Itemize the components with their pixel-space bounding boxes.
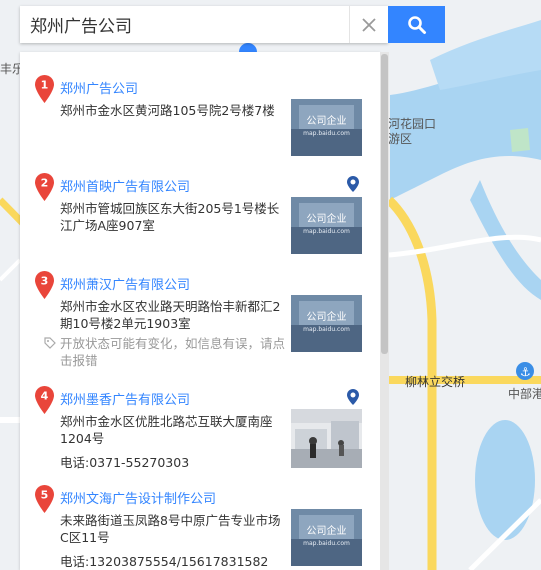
result-title[interactable]: 郑州文海广告设计制作公司 (60, 488, 216, 507)
thumbnail-caption: 公司企业 (307, 114, 347, 127)
tag-icon (44, 337, 56, 349)
result-title[interactable]: 郑州墨香广告有限公司 (60, 389, 190, 408)
thumbnail-image: 公司企业 map.baidu.com (291, 509, 362, 566)
result-thumbnail[interactable]: 公司企业 map.baidu.com (291, 509, 362, 566)
thumbnail-caption: 公司企业 (307, 310, 347, 323)
results-scrollbar[interactable] (380, 52, 389, 570)
close-icon (362, 17, 376, 32)
map-pin-icon: 4 (35, 386, 54, 414)
thumbnail-caption: 公司企业 (307, 524, 347, 537)
map-label-port: 中部港 (508, 387, 541, 401)
thumbnail-subcaption: map.baidu.com (303, 228, 350, 235)
search-icon (407, 15, 426, 34)
thumbnail-image: 公司企业 map.baidu.com (291, 197, 362, 254)
search-input[interactable] (20, 6, 348, 43)
result-address: 郑州市金水区黄河路105号院2号楼7楼 (60, 103, 275, 118)
map-label-scenic: 游区 (388, 132, 413, 146)
map-label-interchange: 柳林立交桥 (405, 375, 466, 389)
svg-text:⚓: ⚓ (520, 365, 531, 379)
result-thumbnail[interactable]: 公司企业 map.baidu.com (291, 197, 362, 254)
search-box (20, 6, 388, 43)
clear-button[interactable] (349, 6, 388, 43)
thumbnail-subcaption: map.baidu.com (303, 326, 350, 333)
pin-number: 3 (41, 275, 49, 288)
map-pin-icon: 1 (35, 75, 54, 103)
result-address: 未来路街道玉凤路8号中原广告专业市场C区11号 (60, 513, 281, 545)
thumbnail-subcaption: map.baidu.com (303, 130, 350, 137)
result-title[interactable]: 郑州广告公司 (60, 78, 138, 97)
thumbnail-image (291, 409, 362, 468)
result-phone: 电话:0371-55270303 (60, 455, 190, 470)
pin-number: 5 (41, 489, 49, 502)
result-address: 郑州市金水区优胜北路芯互联大厦南座1204号 (60, 414, 273, 446)
map-pin-icon: 5 (35, 485, 54, 513)
location-marker-icon[interactable] (347, 176, 359, 192)
status-notice: 开放状态可能有变化，如信息有误，请点击报错 (60, 336, 286, 368)
map-pin-icon: 3 (35, 271, 54, 299)
search-button[interactable] (388, 6, 445, 43)
results-panel: 1 郑州广告公司 郑州市金水区黄河路105号院2号楼7楼 公司企业 map.ba… (20, 52, 380, 570)
location-marker-icon[interactable] (347, 389, 359, 405)
thumbnail-image: 公司企业 map.baidu.com (291, 295, 362, 352)
result-title[interactable]: 郑州首映广告有限公司 (60, 176, 190, 195)
result-address: 郑州市管城回族区东大街205号1号楼长江广场A座907室 (60, 201, 280, 233)
thumbnail-image: 公司企业 map.baidu.com (291, 99, 362, 156)
result-address: 郑州市金水区农业路天明路怡丰新都汇2期10号楼2单元1903室 (60, 299, 281, 331)
scrollbar-thumb[interactable] (381, 54, 388, 354)
thumbnail-caption: 公司企业 (307, 212, 347, 225)
result-title[interactable]: 郑州萧汉广告有限公司 (60, 274, 190, 293)
result-phone: 电话:13203875554/15617831582 (60, 554, 269, 569)
map-pin-icon: 2 (35, 173, 54, 201)
result-thumbnail[interactable] (291, 409, 362, 468)
pin-number: 1 (41, 79, 49, 92)
result-thumbnail[interactable]: 公司企业 map.baidu.com (291, 99, 362, 156)
thumbnail-subcaption: map.baidu.com (303, 540, 350, 547)
pin-number: 4 (41, 390, 49, 403)
pin-number: 2 (41, 177, 49, 190)
result-thumbnail[interactable]: 公司企业 map.baidu.com (291, 295, 362, 352)
